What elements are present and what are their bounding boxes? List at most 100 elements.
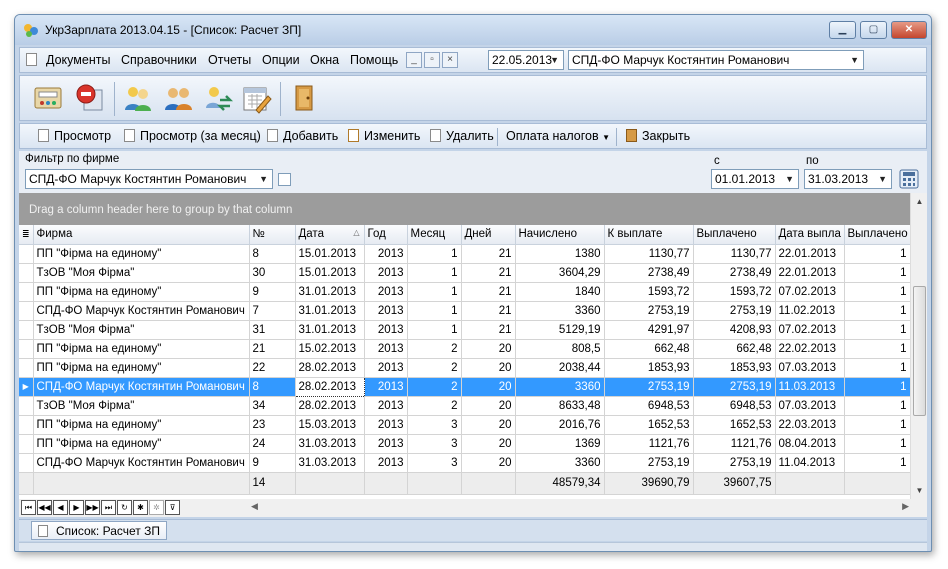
delete-button[interactable]: Удалить [430,129,494,143]
menu-windows[interactable]: Окна [310,53,339,67]
cell-to-pay[interactable]: 2753,19 [604,453,694,473]
cell-number[interactable]: 21 [249,339,296,359]
cell-payment-date[interactable]: 11.03.2013 [775,377,845,397]
next-page-icon[interactable]: ▶▶ [85,500,100,515]
cell-month[interactable]: 2 [407,339,462,359]
refresh-icon[interactable]: ↻ [117,500,132,515]
cell-number[interactable]: 9 [249,453,296,473]
cell-accrued[interactable]: 1380 [515,244,605,264]
cell-paid-by[interactable]: 1 [844,282,910,302]
column-chooser-icon[interactable]: ≣ [19,225,34,245]
calculator-icon[interactable] [32,82,64,114]
row-indicator[interactable] [19,453,34,473]
cell-days[interactable]: 21 [461,301,516,321]
cell-date[interactable]: 28.02.2013 [295,358,365,378]
cell-paid[interactable]: 1853,93 [693,358,776,378]
cell-number[interactable]: 31 [249,320,296,340]
cell-number[interactable]: 8 [249,377,296,397]
current-firm-select[interactable]: СПД-ФО Марчук Костянтин Романович ▼ [568,50,864,70]
cell-year[interactable]: 2013 [364,339,408,359]
cell-date[interactable]: 31.01.2013 [295,282,365,302]
cell-month[interactable]: 1 [407,244,462,264]
cell-paid-by[interactable]: 1 [844,377,910,397]
cell-month[interactable]: 3 [407,453,462,473]
cell-accrued[interactable]: 2016,76 [515,415,605,435]
cell-firm[interactable]: ТзОВ "Моя Фірма" [33,263,250,283]
row-indicator[interactable] [19,396,34,416]
cell-paid-by[interactable]: 1 [844,244,910,264]
cell-month[interactable]: 1 [407,282,462,302]
scroll-down-arrow-icon[interactable]: ▼ [911,482,928,499]
menu-reports[interactable]: Отчеты [208,53,251,67]
mdi-restore-button[interactable]: ▫ [424,52,440,68]
row-indicator[interactable] [19,301,34,321]
cell-payment-date[interactable]: 07.03.2013 [775,358,845,378]
minimize-button[interactable]: ▁ [829,21,856,39]
date-to-input[interactable]: 31.03.2013 ▼ [804,169,892,189]
cell-date[interactable]: 28.02.2013 [294,376,365,397]
cell-paid-by[interactable]: 1 [844,339,910,359]
column-header-month[interactable]: Месяц [407,225,462,245]
cell-date[interactable]: 15.01.2013 [295,244,365,264]
grid-horizontal-scrollbar[interactable]: ◀ ▶ [249,500,909,516]
cell-month[interactable]: 1 [407,320,462,340]
view-button[interactable]: Просмотр [38,129,111,143]
scroll-left-arrow-icon[interactable]: ◀ [251,501,258,512]
edit-button[interactable]: Изменить [348,129,420,143]
cell-to-pay[interactable]: 2753,19 [604,377,694,397]
column-header-paid[interactable]: Выплачено [693,225,776,245]
table-row[interactable]: СПД-ФО Марчук Костянтин Романович 7 31.01.… [19,301,910,321]
cell-month[interactable]: 2 [407,396,462,416]
column-header-payment-date[interactable]: Дата выпла [775,225,845,245]
column-header-days[interactable]: Дней [461,225,516,245]
cell-paid[interactable]: 662,48 [693,339,776,359]
cell-month[interactable]: 3 [407,415,462,435]
cell-paid-by[interactable]: 1 [844,415,910,435]
cell-firm[interactable]: СПД-ФО Марчук Костянтин Романович [33,301,250,321]
cell-year[interactable]: 2013 [364,415,408,435]
add-button[interactable]: Добавить [267,129,338,143]
cell-payment-date[interactable]: 07.02.2013 [775,282,845,302]
scroll-up-arrow-icon[interactable]: ▲ [911,193,928,210]
cell-year[interactable]: 2013 [364,301,408,321]
cell-paid[interactable]: 6948,53 [693,396,776,416]
cell-year[interactable]: 2013 [364,358,408,378]
close-window-button[interactable]: ✕ [891,21,927,39]
column-header-paid-by[interactable]: Выплачено п [844,225,910,245]
cell-days[interactable]: 20 [461,339,516,359]
cell-accrued[interactable]: 2038,44 [515,358,605,378]
cell-days[interactable]: 20 [461,434,516,454]
cell-firm[interactable]: ТзОВ "Моя Фірма" [33,320,250,340]
cell-year[interactable]: 2013 [364,434,408,454]
cell-days[interactable]: 21 [461,282,516,302]
cell-days[interactable]: 21 [461,244,516,264]
table-row[interactable]: ПП "Фірма на единому" 22 28.02.2013 2013 2 20… [19,358,910,378]
cell-paid[interactable]: 2753,19 [693,301,776,321]
row-indicator[interactable] [19,244,34,264]
tab-payroll-list[interactable]: Список: Расчет ЗП [31,521,167,540]
cell-days[interactable]: 20 [461,358,516,378]
cell-number[interactable]: 30 [249,263,296,283]
cell-accrued[interactable]: 1840 [515,282,605,302]
people-icon[interactable] [162,82,194,114]
cell-year[interactable]: 2013 [364,453,408,473]
firm-filter-select[interactable]: СПД-ФО Марчук Костянтин Романович ▼ [25,169,273,189]
cell-paid-by[interactable]: 1 [844,263,910,283]
cell-accrued[interactable]: 8633,48 [515,396,605,416]
cell-to-pay[interactable]: 1121,76 [604,434,694,454]
cell-paid[interactable]: 1652,53 [693,415,776,435]
cell-paid-by[interactable]: 1 [844,320,910,340]
cell-number[interactable]: 8 [249,244,296,264]
cell-number[interactable]: 22 [249,358,296,378]
prev-record-icon[interactable]: ◀ [53,500,68,515]
cell-to-pay[interactable]: 2753,19 [604,301,694,321]
cell-firm[interactable]: ПП "Фірма на единому" [33,282,250,302]
cell-to-pay[interactable]: 4291,97 [604,320,694,340]
cell-days[interactable]: 21 [461,263,516,283]
cell-paid[interactable]: 1130,77 [693,244,776,264]
cell-days[interactable]: 21 [461,320,516,340]
table-row[interactable]: СПД-ФО Марчук Костянтин Романович 9 31.03.… [19,453,910,473]
calendar-icon[interactable] [240,82,272,114]
taxes-dropdown-button[interactable]: Оплата налогов ▼ [506,129,610,143]
cell-payment-date[interactable]: 22.03.2013 [775,415,845,435]
